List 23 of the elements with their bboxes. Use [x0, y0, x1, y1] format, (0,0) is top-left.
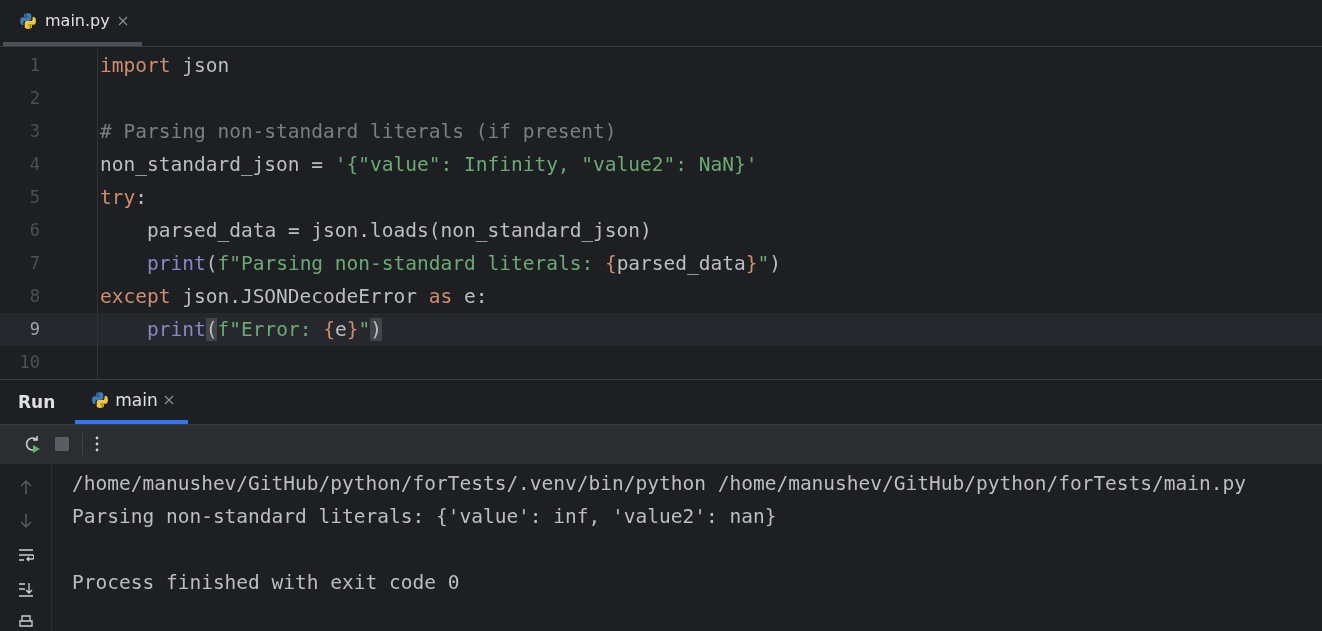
python-icon [91, 390, 110, 409]
tab-label[interactable]: main.py [45, 11, 110, 31]
line-number: 9 [28, 319, 41, 340]
console-line: Parsing non-standard literals: {'value': inf, 'value2': nan} [72, 505, 777, 528]
code-line: import json [100, 53, 230, 77]
soft-wrap-icon[interactable] [17, 547, 34, 563]
more-options-icon[interactable] [95, 436, 99, 453]
python-icon [19, 11, 37, 30]
tab-label[interactable]: main [115, 389, 158, 410]
panel-title: Run [18, 391, 56, 412]
file-tab[interactable]: main.py [3, 0, 142, 46]
code-line: # Parsing non-standard literals (if present) [100, 119, 617, 143]
close-icon[interactable] [117, 15, 128, 26]
console-line: /home/manushev/GitHub/python/forTests/.venv/bin/python /home/manushev/GitHub/python/forTests/main.py [72, 472, 1246, 495]
code-line: print(f"Parsing non-standard literals: {parsed_data}") [147, 251, 781, 275]
code-line: print(f"Error: {e}") [147, 317, 382, 341]
code-line: except json.JSONDecodeError as e: [100, 284, 488, 308]
code-line: non_standard_json = '{"value": Infinity, "value2": NaN}' [100, 152, 758, 176]
console-line: Process finished with exit code 0 [72, 571, 460, 594]
scroll-to-end-icon[interactable] [17, 581, 34, 597]
close-icon[interactable] [163, 394, 174, 405]
code-line: parsed_data = json.loads(non_standard_json) [147, 218, 652, 242]
code-line: try: [100, 185, 147, 209]
